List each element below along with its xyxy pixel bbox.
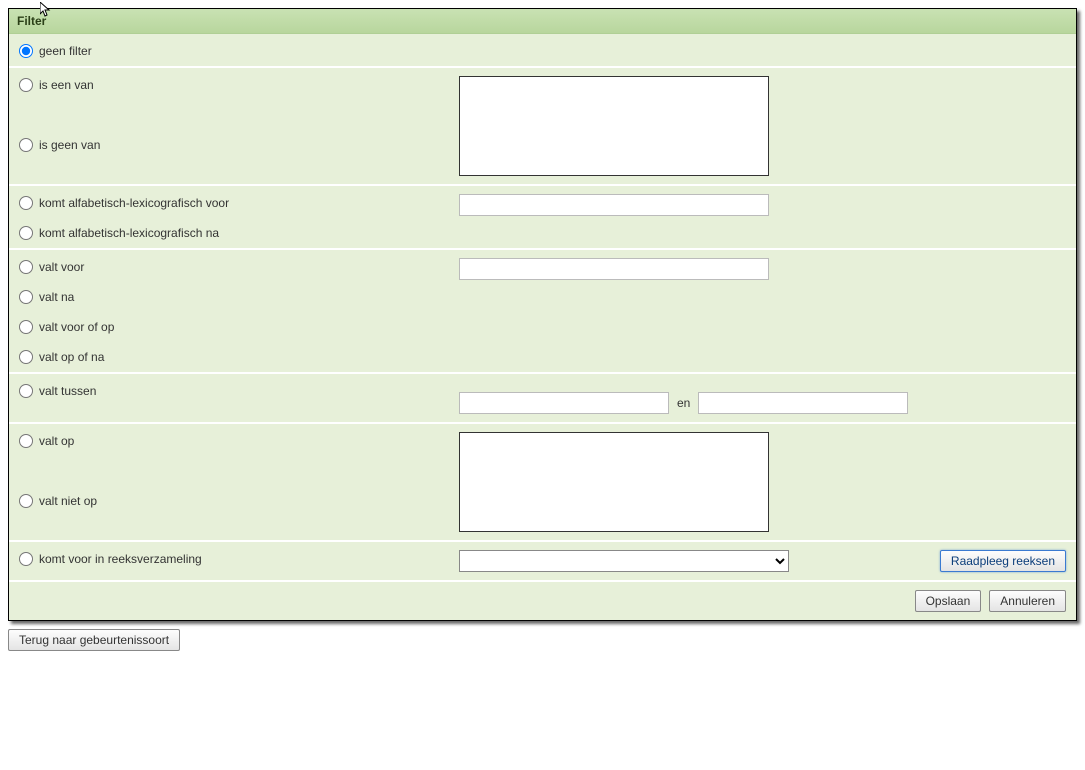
reeks-select[interactable]: [459, 550, 789, 572]
section-valt-op: valt op valt niet op: [9, 424, 1076, 542]
list-values-1[interactable]: [459, 76, 769, 176]
radio-row-valt-op-of-na[interactable]: valt op of na: [19, 350, 439, 364]
below-panel: Terug naar gebeurtenissoort: [8, 629, 1077, 651]
radio-row-valt-niet-op[interactable]: valt niet op: [19, 494, 439, 508]
radio-row-valt-voor[interactable]: valt voor: [19, 260, 439, 274]
annuleren-button[interactable]: Annuleren: [989, 590, 1066, 612]
radio-label: valt voor of op: [39, 320, 114, 334]
radio-reeks[interactable]: [19, 552, 33, 566]
section-is-een-van: is een van is geen van: [9, 68, 1076, 186]
radio-valt-op-of-na[interactable]: [19, 350, 33, 364]
radio-row-is-een-van[interactable]: is een van: [19, 78, 439, 92]
radio-row-alfabet-voor[interactable]: komt alfabetisch-lexicografisch voor: [19, 196, 439, 210]
radio-row-reeks[interactable]: komt voor in reeksverzameling: [19, 552, 439, 566]
list-values-2[interactable]: [459, 432, 769, 532]
radio-label: valt op of na: [39, 350, 104, 364]
radio-valt-voor[interactable]: [19, 260, 33, 274]
radio-is-een-van[interactable]: [19, 78, 33, 92]
radio-alfabet-voor[interactable]: [19, 196, 33, 210]
radio-label: valt na: [39, 290, 74, 304]
radio-row-geen-filter[interactable]: geen filter: [19, 44, 439, 58]
radio-label: valt voor: [39, 260, 84, 274]
radio-valt-tussen[interactable]: [19, 384, 33, 398]
section-reeks: komt voor in reeksverzameling Raadpleeg …: [9, 542, 1076, 582]
radio-valt-na[interactable]: [19, 290, 33, 304]
panel-title: Filter: [9, 9, 1076, 34]
radio-label: is geen van: [39, 138, 100, 152]
radio-row-valt-voor-of-op[interactable]: valt voor of op: [19, 320, 439, 334]
section-geen-filter: geen filter: [9, 34, 1076, 68]
filter-panel: Filter geen filter is een van is geen va…: [8, 8, 1077, 621]
radio-row-valt-na[interactable]: valt na: [19, 290, 439, 304]
section-valt: valt voor valt na valt voor of op valt o…: [9, 250, 1076, 374]
tussen-and-label: en: [677, 396, 690, 410]
radio-valt-voor-of-op[interactable]: [19, 320, 33, 334]
radio-alfabet-na[interactable]: [19, 226, 33, 240]
radio-label: komt voor in reeksverzameling: [39, 552, 202, 566]
radio-row-alfabet-na[interactable]: komt alfabetisch-lexicografisch na: [19, 226, 439, 240]
radio-valt-niet-op[interactable]: [19, 494, 33, 508]
radio-row-is-geen-van[interactable]: is geen van: [19, 138, 439, 152]
valt-input[interactable]: [459, 258, 769, 280]
section-valt-tussen: valt tussen en: [9, 374, 1076, 424]
section-alfabetisch: komt alfabetisch-lexicografisch voor kom…: [9, 186, 1076, 250]
radio-label: komt alfabetisch-lexicografisch voor: [39, 196, 229, 210]
alfabet-input[interactable]: [459, 194, 769, 216]
radio-label: is een van: [39, 78, 94, 92]
radio-label: valt tussen: [39, 384, 96, 398]
terug-button[interactable]: Terug naar gebeurtenissoort: [8, 629, 180, 651]
tussen-to-input[interactable]: [698, 392, 908, 414]
radio-valt-op[interactable]: [19, 434, 33, 448]
radio-row-valt-tussen[interactable]: valt tussen: [19, 384, 439, 398]
actions-row: Opslaan Annuleren: [9, 582, 1076, 620]
radio-label: komt alfabetisch-lexicografisch na: [39, 226, 219, 240]
radio-is-geen-van[interactable]: [19, 138, 33, 152]
radio-label: geen filter: [39, 44, 92, 58]
radio-row-valt-op[interactable]: valt op: [19, 434, 439, 448]
radio-label: valt op: [39, 434, 74, 448]
tussen-from-input[interactable]: [459, 392, 669, 414]
raadpleeg-reeksen-button[interactable]: Raadpleeg reeksen: [940, 550, 1066, 572]
opslaan-button[interactable]: Opslaan: [915, 590, 982, 612]
radio-geen-filter[interactable]: [19, 44, 33, 58]
radio-label: valt niet op: [39, 494, 97, 508]
